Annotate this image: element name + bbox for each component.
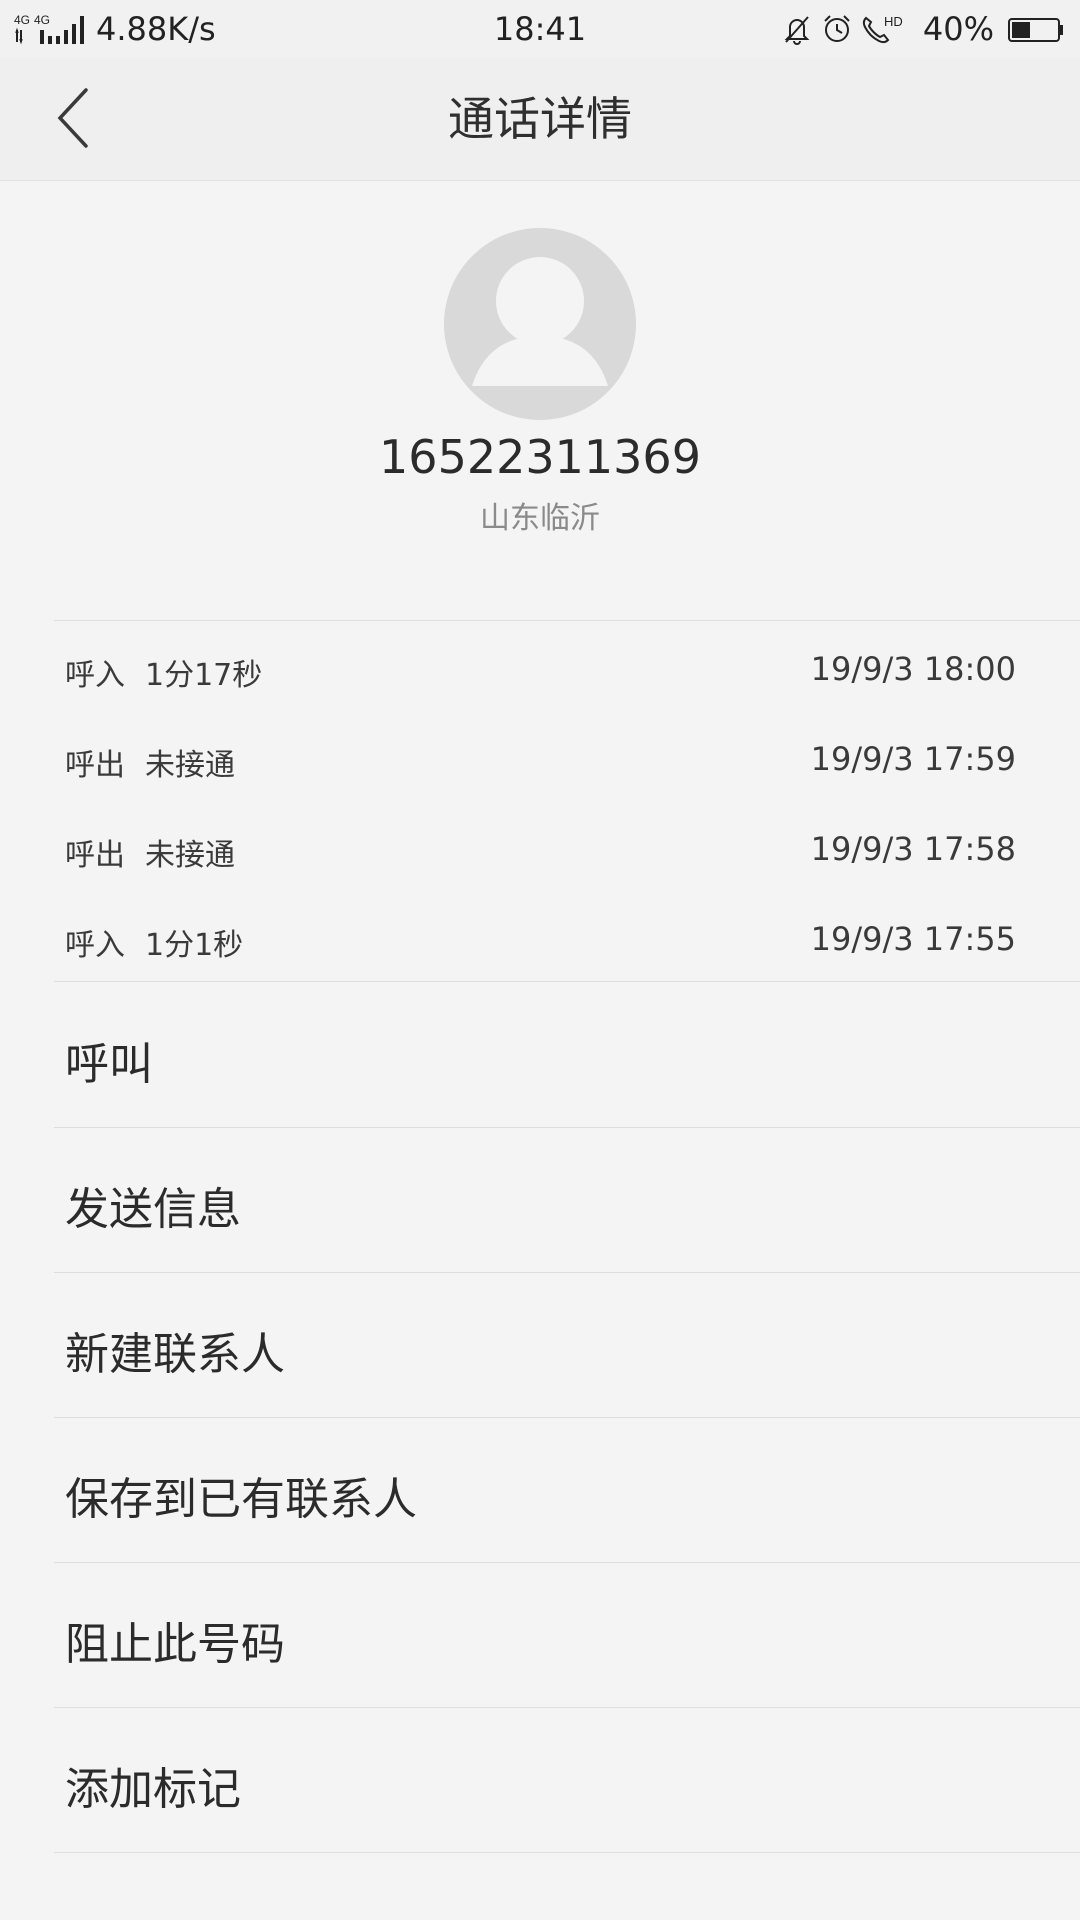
send-message-action[interactable]: 发送信息 <box>54 1127 1080 1273</box>
new-contact-label: 新建联系人 <box>65 1329 285 1380</box>
phone-number: 16522311369 <box>379 430 701 484</box>
default-person-icon <box>472 257 608 386</box>
call-duration: 未接通 <box>145 838 235 873</box>
block-number-label: 阻止此号码 <box>65 1619 285 1670</box>
call-time: 19/9/3 17:58 <box>810 830 1016 868</box>
call-time: 19/9/3 18:00 <box>810 650 1016 688</box>
add-tag-action[interactable]: 添加标记 <box>54 1707 1080 1853</box>
status-bar: 4G 4G 4.88K/s 18:41 HD 40% <box>0 0 1080 58</box>
call-duration: 1分17秒 <box>145 658 263 693</box>
save-to-existing-contact-label: 保存到已有联系人 <box>65 1474 417 1525</box>
call-action[interactable]: 呼叫 <box>54 982 1080 1128</box>
battery-percent: 40% <box>922 10 994 48</box>
save-to-existing-contact-action[interactable]: 保存到已有联系人 <box>54 1417 1080 1563</box>
add-tag-label: 添加标记 <box>65 1764 241 1815</box>
call-time: 19/9/3 17:55 <box>810 920 1016 958</box>
call-type: 呼出 <box>65 748 125 783</box>
call-log-row: 呼入 1分17秒 19/9/3 18:00 <box>65 642 1016 694</box>
new-contact-action[interactable]: 新建联系人 <box>54 1272 1080 1418</box>
call-log-row: 呼入 1分1秒 19/9/3 17:55 <box>65 912 1016 964</box>
app-header: 通话详情 <box>0 58 1080 181</box>
call-log-row: 呼出 未接通 19/9/3 17:58 <box>65 822 1016 874</box>
call-time: 19/9/3 17:59 <box>810 740 1016 778</box>
call-log-row: 呼出 未接通 19/9/3 17:59 <box>65 732 1016 784</box>
page-title: 通话详情 <box>448 92 632 146</box>
send-message-label: 发送信息 <box>65 1184 241 1235</box>
call-type: 呼入 <box>65 658 125 693</box>
call-log-top-divider <box>54 620 1080 621</box>
mute-icon <box>779 11 815 47</box>
call-action-label: 呼叫 <box>65 1039 153 1090</box>
status-right: HD 40% <box>779 0 1064 58</box>
battery-icon <box>1008 17 1064 42</box>
call-duration: 未接通 <box>145 748 235 783</box>
call-type: 呼入 <box>65 928 125 963</box>
alarm-icon <box>819 11 855 47</box>
svg-text:HD: HD <box>884 14 903 29</box>
avatar <box>444 228 636 420</box>
call-type: 呼出 <box>65 838 125 873</box>
caller-location: 山东临沂 <box>480 501 600 536</box>
hd-call-icon: HD <box>859 11 905 47</box>
block-number-action[interactable]: 阻止此号码 <box>54 1562 1080 1708</box>
call-duration: 1分1秒 <box>145 928 244 963</box>
